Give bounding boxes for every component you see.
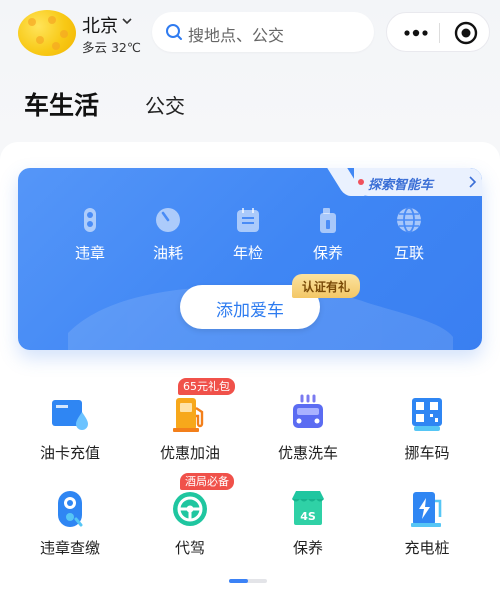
- must-have-badge: 酒局必备: [180, 473, 234, 490]
- fuel-consumption-icon: [156, 208, 180, 232]
- explore-smart-car-link[interactable]: 探索智能车: [354, 168, 482, 196]
- service-label: 代驾: [174, 539, 205, 557]
- service-label: 优惠洗车: [277, 444, 338, 462]
- service-label: 油卡充值: [39, 444, 100, 462]
- 4s-store-icon: 4S: [292, 491, 324, 525]
- tab-car-life[interactable]: 车生活: [24, 86, 99, 122]
- add-car-label: 添加爱车: [216, 301, 284, 321]
- service-charging-pile[interactable]: 充电桩: [377, 489, 477, 579]
- service-label: 违章查缴: [39, 539, 100, 557]
- tab-bus[interactable]: 公交: [145, 90, 185, 119]
- service-label: 挪车码: [404, 444, 450, 462]
- feature-label: 互联: [393, 244, 424, 262]
- user-avatar[interactable]: [18, 10, 76, 56]
- svg-text:4S: 4S: [300, 510, 316, 523]
- service-label: 充电桩: [404, 539, 450, 557]
- close-target-icon[interactable]: [453, 20, 479, 46]
- search-bar[interactable]: 搜地点、公交: [152, 12, 374, 52]
- service-car-wash[interactable]: 优惠洗车: [258, 394, 358, 484]
- maintenance-icon: [320, 208, 336, 233]
- chevron-down-icon[interactable]: [121, 15, 133, 27]
- service-fuel-card-topup[interactable]: 油卡充值: [20, 394, 120, 484]
- service-discount-fuel[interactable]: 优惠加油 65元礼包: [140, 378, 240, 484]
- annual-inspection-icon: [237, 208, 259, 232]
- capsule-divider: [439, 23, 440, 43]
- car-wash-icon: [293, 394, 323, 428]
- service-move-car-code[interactable]: 挪车码: [377, 394, 477, 484]
- qr-code-icon: [412, 398, 442, 431]
- service-violation-payment[interactable]: 违章查缴: [20, 489, 120, 579]
- chevron-right-icon: [469, 176, 477, 188]
- city-name[interactable]: 北京: [82, 12, 118, 38]
- charging-pile-icon: [411, 492, 442, 527]
- camera-icon: [58, 491, 83, 527]
- steering-wheel-icon: [173, 492, 207, 526]
- certify-gift-badge: 认证有礼: [292, 274, 360, 298]
- feature-label: 保养: [312, 244, 343, 262]
- fuel-card-icon: [52, 400, 88, 430]
- search-icon: [166, 24, 182, 40]
- service-label: 优惠加油: [159, 444, 220, 462]
- service-4s-maintenance[interactable]: 4S 保养: [258, 489, 358, 579]
- gift-pack-badge: 65元礼包: [178, 378, 235, 395]
- service-designated-driver[interactable]: 代驾 酒局必备: [140, 473, 240, 579]
- feature-label: 违章: [74, 244, 105, 262]
- violation-icon: [84, 208, 96, 232]
- service-label: 保养: [292, 539, 323, 557]
- mini-program-capsule: [386, 12, 490, 52]
- page-indicator-active: [229, 579, 248, 583]
- gas-pump-icon: [173, 398, 204, 432]
- globe-icon: [397, 207, 421, 233]
- explore-smart-car-label: 探索智能车: [368, 178, 434, 193]
- feature-label: 油耗: [152, 244, 183, 262]
- red-dot-icon: [358, 179, 364, 185]
- feature-label: 年检: [232, 244, 263, 262]
- more-dots-icon[interactable]: [401, 24, 431, 42]
- weather-text: 多云 32℃: [82, 40, 141, 55]
- top-bar: 北京 多云 32℃ 搜地点、公交: [0, 0, 500, 64]
- certify-gift-label: 认证有礼: [301, 280, 350, 294]
- search-placeholder: 搜地点、公交: [188, 26, 285, 45]
